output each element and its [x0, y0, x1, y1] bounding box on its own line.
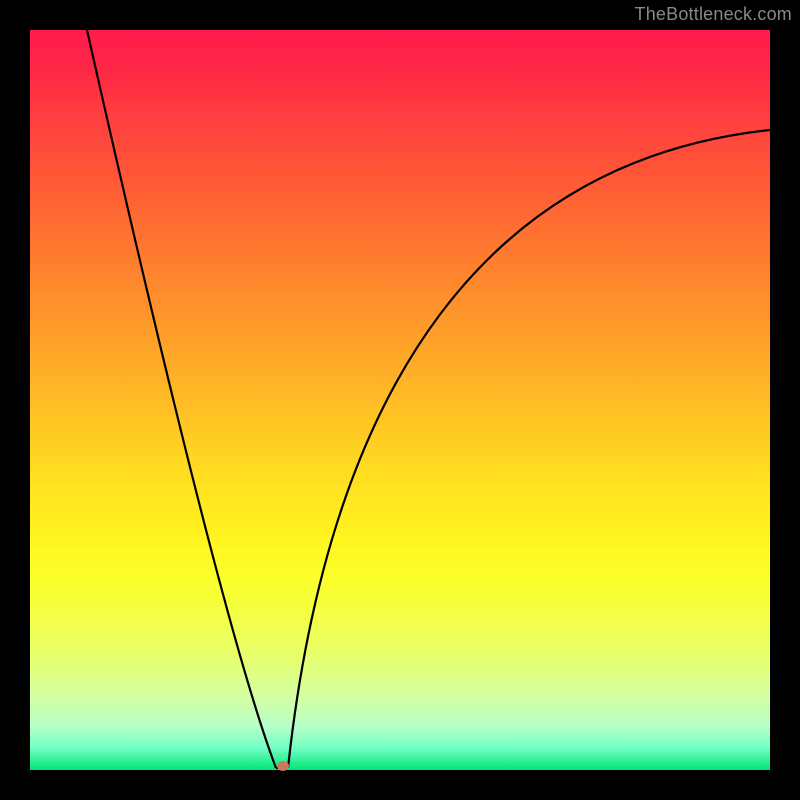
curve-right-segment — [288, 130, 770, 768]
bottleneck-curve — [30, 30, 770, 770]
chart-frame: TheBottleneck.com — [0, 0, 800, 800]
watermark-text: TheBottleneck.com — [635, 4, 792, 25]
plot-area — [30, 30, 770, 770]
minimum-point-marker — [277, 761, 289, 771]
curve-left-segment — [87, 30, 276, 768]
